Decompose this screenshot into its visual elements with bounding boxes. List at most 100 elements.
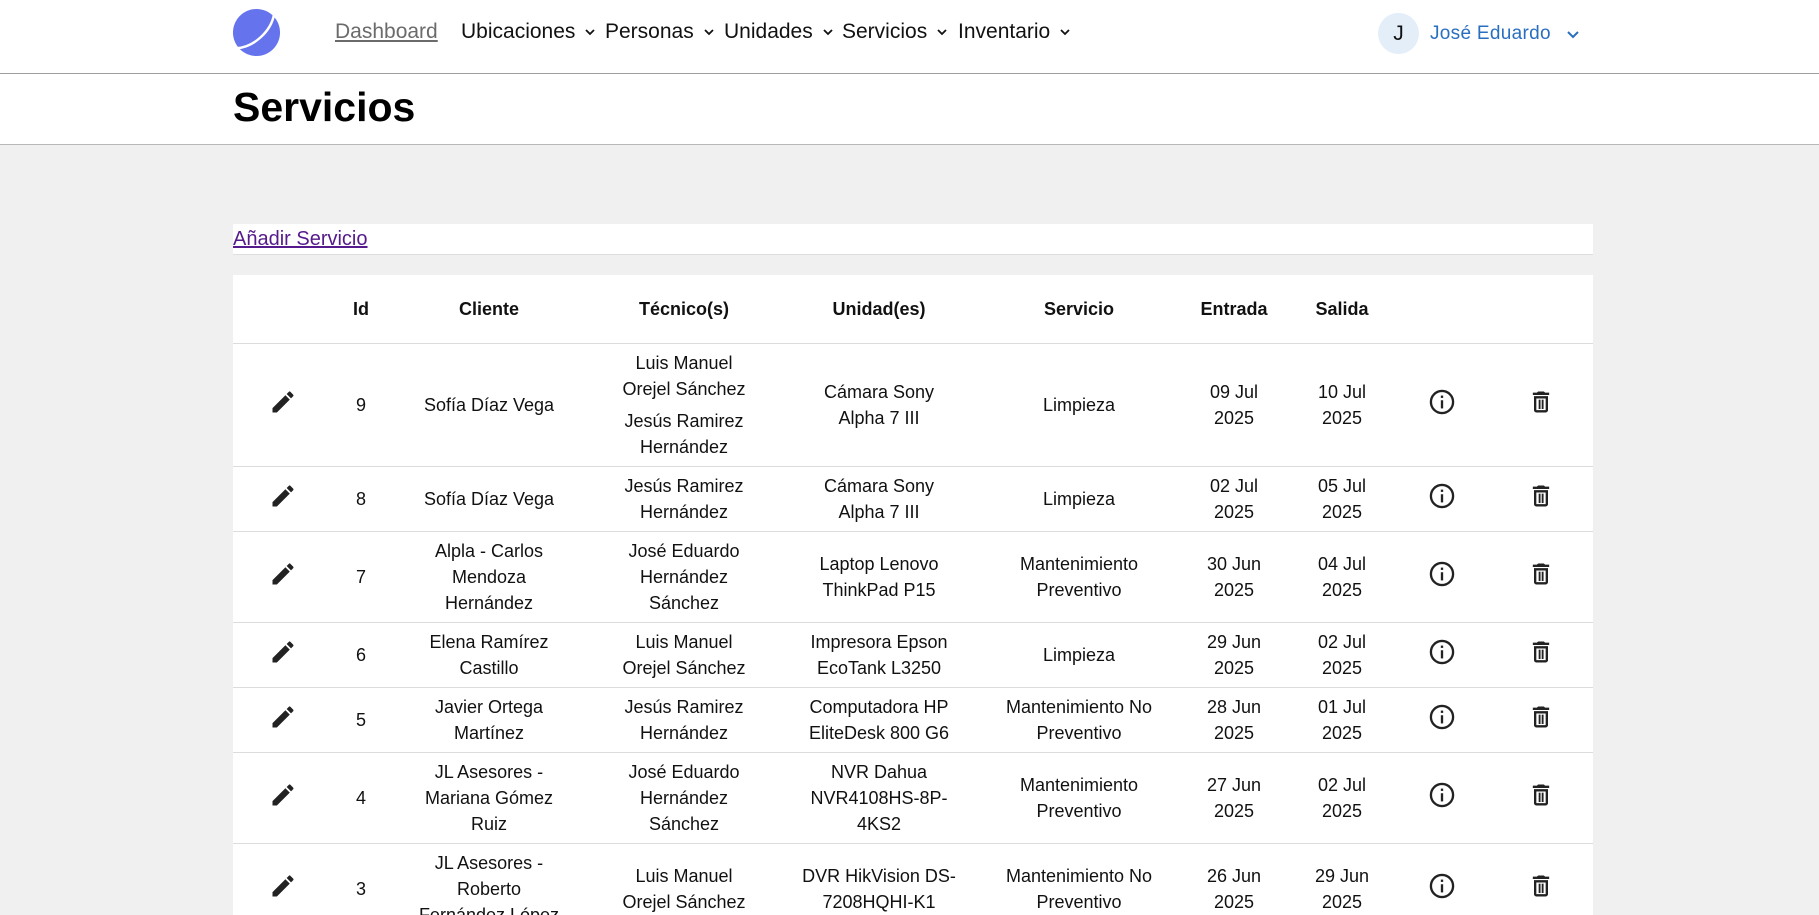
technicians-cell: Jesús Ramirez Hernández [589,687,779,753]
trash-icon[interactable] [1527,703,1555,731]
exit-date-cell: 02 Jul 2025 [1289,622,1395,688]
edit-cell [233,622,333,688]
info-icon[interactable] [1428,638,1456,666]
delete-cell [1489,843,1593,915]
chevron-down-icon [823,29,833,36]
client-cell: JL Asesores - Roberto Fernández López [389,843,589,915]
edit-cell [233,843,333,915]
actions-bar: Añadir Servicio [233,224,1593,255]
nav-menu-label: Servicios [842,20,928,43]
table-row: 9 Sofía Díaz Vega Luis Manuel Orejel Sánch… [233,343,1593,467]
info-icon[interactable] [1428,482,1456,510]
nav-menu-personas[interactable]: Personas [605,20,716,44]
trash-icon[interactable] [1527,638,1555,666]
edit-icon[interactable] [269,781,297,809]
id-cell: 4 [333,752,389,844]
app-logo-icon[interactable] [232,8,281,57]
exit-date-cell: 29 Jun 2025 [1289,843,1395,915]
trash-icon[interactable] [1527,560,1555,588]
id-cell: 9 [333,343,389,467]
chevron-down-icon [1060,29,1070,36]
header-cell: Id [333,275,389,344]
table-row: 4 JL Asesores - Mariana Gómez Ruiz José Ed… [233,752,1593,844]
chevron-down-icon [1567,30,1579,38]
table-row: 6 Elena Ramírez Castillo Luis Manuel Oreje… [233,622,1593,688]
service-cell: Limpieza [979,466,1179,532]
exit-date-cell: 01 Jul 2025 [1289,687,1395,753]
header-cell-delete [1489,275,1593,344]
edit-cell [233,466,333,532]
user-name: José Eduardo [1430,22,1551,44]
technician-name: Luis Manuel Orejel Sánchez [622,632,746,678]
nav-menu-servicios[interactable]: Servicios [842,20,949,44]
id-cell: 8 [333,466,389,532]
delete-cell [1489,343,1593,467]
service-cell: Limpieza [979,622,1179,688]
service-cell: Mantenimiento No Preventivo [979,687,1179,753]
trash-icon[interactable] [1527,388,1555,416]
edit-icon[interactable] [269,388,297,416]
edit-icon[interactable] [269,560,297,588]
edit-icon[interactable] [269,703,297,731]
service-cell: Mantenimiento Preventivo [979,531,1179,623]
nav-dashboard-link[interactable]: Dashboard [335,20,438,44]
trash-icon[interactable] [1527,781,1555,809]
edit-icon[interactable] [269,872,297,900]
info-icon[interactable] [1428,560,1456,588]
table-row: 3 JL Asesores - Roberto Fernández López Lu… [233,843,1593,915]
technician-name: Jesús Ramirez Hernández [624,476,744,522]
exit-date-cell: 05 Jul 2025 [1289,466,1395,532]
entry-date-cell: 28 Jun 2025 [1179,687,1289,753]
unit-cell: Computadora HP EliteDesk 800 G6 [779,687,979,753]
technicians-cell: Jesús Ramirez Hernández [589,466,779,532]
user-menu[interactable]: J José Eduardo [1378,13,1581,54]
header-cell: Servicio [979,275,1179,344]
edit-icon[interactable] [269,638,297,666]
client-cell: Alpla - Carlos Mendoza Hernández [389,531,589,623]
nav-menu-ubicaciones[interactable]: Ubicaciones [461,20,597,44]
delete-cell [1489,622,1593,688]
table-row: 7 Alpla - Carlos Mendoza Hernández José Ed… [233,531,1593,623]
client-cell: JL Asesores - Mariana Gómez Ruiz [389,752,589,844]
entry-date-cell: 09 Jul 2025 [1179,343,1289,467]
chevron-down-icon [704,29,714,36]
entry-date-cell: 27 Jun 2025 [1179,752,1289,844]
exit-date-cell: 04 Jul 2025 [1289,531,1395,623]
id-cell: 7 [333,531,389,623]
entry-date-cell: 30 Jun 2025 [1179,531,1289,623]
edit-cell [233,531,333,623]
table-row: 8 Sofía Díaz Vega Jesús Ramirez Hernández C… [233,466,1593,532]
services-table-container: Id Cliente Técnico(s) Unidad(es) Servicio Ent… [233,275,1593,915]
client-cell: Sofía Díaz Vega [389,466,589,532]
technicians-cell: José Eduardo Hernández Sánchez [589,531,779,623]
edit-icon[interactable] [269,482,297,510]
edit-cell [233,752,333,844]
delete-cell [1489,687,1593,753]
trash-icon[interactable] [1527,872,1555,900]
nav-menu-unidades[interactable]: Unidades [724,20,835,44]
technician-name: Jesús Ramirez Hernández [624,411,744,457]
add-service-link[interactable]: Añadir Servicio [233,228,368,251]
entry-date-cell: 26 Jun 2025 [1179,843,1289,915]
header-cell: Salida [1289,275,1395,344]
header-cell: Técnico(s) [589,275,779,344]
entry-date-cell: 02 Jul 2025 [1179,466,1289,532]
trash-icon[interactable] [1527,482,1555,510]
info-icon[interactable] [1428,388,1456,416]
header-cell-info [1395,275,1489,344]
technician-name: José Eduardo Hernández Sánchez [628,762,740,834]
info-icon[interactable] [1428,872,1456,900]
page-title: Servicios [233,84,416,130]
avatar: J [1378,13,1419,54]
nav-menu-label: Inventario [958,20,1051,43]
top-navbar: Dashboard Ubicaciones Personas Unidades Ser… [0,0,1819,74]
unit-cell: Cámara Sony Alpha 7 III [779,466,979,532]
technician-name: Jesús Ramirez Hernández [624,697,744,743]
info-icon[interactable] [1428,703,1456,731]
nav-menu-inventario[interactable]: Inventario [958,20,1072,44]
technicians-cell: José Eduardo Hernández Sánchez [589,752,779,844]
technician-name: Luis Manuel Orejel Sánchez [622,353,746,399]
info-icon[interactable] [1428,781,1456,809]
header-cell: Cliente [389,275,589,344]
exit-date-cell: 10 Jul 2025 [1289,343,1395,467]
